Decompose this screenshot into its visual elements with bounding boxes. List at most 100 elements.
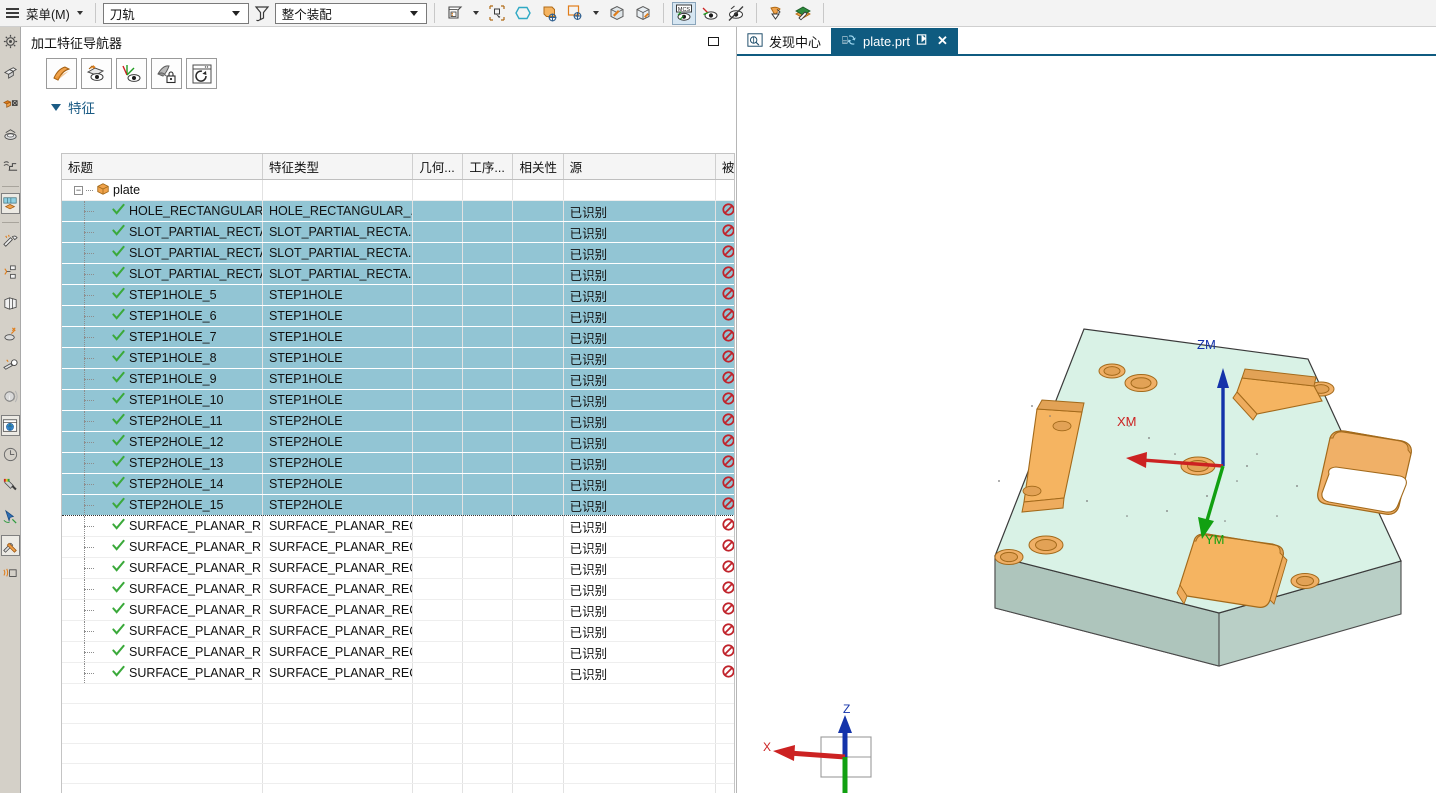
blocked-icon[interactable]	[722, 350, 734, 366]
table-row[interactable]: STEP1HOLE_6 STEP1HOLE 已识别	[62, 305, 734, 327]
check-icon[interactable]	[112, 644, 126, 660]
assembly-navigator-icon[interactable]	[1, 91, 20, 116]
check-icon[interactable]	[112, 350, 126, 366]
wcs-display-icon[interactable]	[698, 2, 722, 25]
part-model-icon[interactable]	[1, 291, 20, 316]
blocked-icon[interactable]	[722, 392, 734, 408]
point-target-icon[interactable]	[563, 2, 587, 25]
check-icon[interactable]	[112, 203, 126, 219]
table-row[interactable]: SURFACE_PLANAR_RE...SURFACE_PLANAR_REC..…	[62, 662, 734, 684]
geometry-view-icon[interactable]	[765, 2, 789, 25]
blocked-icon[interactable]	[722, 413, 734, 429]
roles-icon[interactable]	[1, 562, 20, 587]
blocked-icon[interactable]	[722, 665, 734, 681]
blocked-icon[interactable]	[722, 329, 734, 345]
gear-settings-icon[interactable]	[1, 29, 20, 54]
check-icon[interactable]	[112, 434, 126, 450]
tool-navigator-icon[interactable]	[1, 353, 20, 378]
empty-row[interactable]	[62, 763, 734, 784]
detach-icon[interactable]	[916, 33, 929, 49]
table-row[interactable]: SURFACE_PLANAR_RE...SURFACE_PLANAR_REC..…	[62, 536, 734, 558]
wcs-icon[interactable]	[1, 322, 20, 347]
object-display-icon[interactable]	[443, 2, 467, 25]
expand-collapse-toggle[interactable]: −	[74, 185, 83, 195]
empty-row[interactable]	[62, 723, 734, 744]
chevron-down-icon[interactable]	[409, 10, 418, 16]
restore-window-icon[interactable]	[704, 33, 722, 49]
blocked-icon[interactable]	[722, 287, 734, 303]
layer-settings-icon[interactable]	[791, 2, 815, 25]
check-icon[interactable]	[112, 266, 126, 282]
column-header-geom[interactable]: 几何...	[412, 154, 464, 180]
check-icon[interactable]	[112, 371, 126, 387]
blocked-icon[interactable]	[722, 497, 734, 513]
triangle-down-icon[interactable]	[51, 103, 61, 111]
table-row[interactable]: STEP2HOLE_13 STEP2HOLE 已识别	[62, 452, 734, 474]
blocked-icon[interactable]	[722, 602, 734, 618]
table-row[interactable]: HOLE_RECTANGULAR_...HOLE_RECTANGULAR_...…	[62, 200, 734, 222]
blocked-icon[interactable]	[722, 203, 734, 219]
empty-row[interactable]	[62, 783, 734, 793]
column-header-locked[interactable]: 被替	[715, 154, 734, 180]
tab-plate-prt[interactable]: ⌸ plate.prt ✕	[831, 28, 958, 54]
machining-feature-navigator-icon[interactable]	[1, 153, 20, 178]
mcs-display-icon[interactable]: MCS	[671, 1, 696, 25]
table-row[interactable]: STEP1HOLE_5 STEP1HOLE 已识别	[62, 284, 734, 306]
check-icon[interactable]	[112, 224, 126, 240]
tools-icon[interactable]	[0, 535, 20, 556]
check-icon[interactable]	[112, 413, 126, 429]
feature-table[interactable]: 标题特征类型几何...工序...相关性源被替 − plate HOLE_RECTAN…	[61, 153, 735, 793]
check-icon[interactable]	[112, 287, 126, 303]
close-icon[interactable]: ✕	[937, 33, 948, 49]
dropdown-caret-icon[interactable]	[472, 11, 479, 15]
check-icon[interactable]	[112, 455, 126, 471]
blocked-icon[interactable]	[722, 560, 734, 576]
empty-row[interactable]	[62, 683, 734, 704]
hamburger-icon[interactable]	[6, 5, 22, 21]
table-row[interactable]: SURFACE_PLANAR_RE...SURFACE_PLANAR_REC..…	[62, 641, 734, 663]
check-icon[interactable]	[112, 623, 126, 639]
column-header-assoc[interactable]: 相关性	[512, 154, 564, 180]
blocked-icon[interactable]	[722, 644, 734, 660]
feature-group-header[interactable]: 特征	[51, 97, 736, 117]
tree-root-row[interactable]: − plate	[62, 179, 734, 201]
view-orientation-triad[interactable]: Z X	[749, 701, 889, 793]
table-row[interactable]: STEP2HOLE_11 STEP2HOLE 已识别	[62, 410, 734, 432]
check-icon[interactable]	[112, 602, 126, 618]
table-row[interactable]: STEP1HOLE_8 STEP1HOLE 已识别	[62, 347, 734, 369]
web-browser-icon[interactable]	[0, 415, 20, 436]
check-icon[interactable]	[112, 329, 126, 345]
blocked-icon[interactable]	[722, 245, 734, 261]
table-row[interactable]: SURFACE_PLANAR_RE...SURFACE_PLANAR_REC..…	[62, 515, 734, 537]
column-header-type[interactable]: 特征类型	[262, 154, 414, 180]
show-feature-axis-icon[interactable]	[116, 58, 147, 89]
blocked-icon[interactable]	[722, 434, 734, 450]
part-navigator-icon[interactable]	[1, 60, 20, 85]
table-row[interactable]: SURFACE_PLANAR_RE...SURFACE_PLANAR_REC..…	[62, 620, 734, 642]
blocked-icon[interactable]	[722, 581, 734, 597]
column-header-source[interactable]: 源	[563, 154, 716, 180]
recognize-feature-icon[interactable]	[46, 58, 77, 89]
shade-solid-icon[interactable]	[605, 2, 629, 25]
filter-icon[interactable]	[250, 2, 274, 25]
reuse-library-icon[interactable]	[0, 193, 20, 214]
check-icon[interactable]	[112, 518, 126, 534]
check-icon[interactable]	[112, 392, 126, 408]
check-icon[interactable]	[112, 581, 126, 597]
show-feature-geometry-icon[interactable]	[81, 58, 112, 89]
tab-discovery-center[interactable]: 发现中心	[737, 28, 832, 54]
operation-navigator-icon[interactable]	[1, 122, 20, 147]
3d-viewport[interactable]: ZM XM YM Z X	[737, 56, 1436, 793]
blocked-icon[interactable]	[722, 476, 734, 492]
toolpath-filter-combo[interactable]: 刀轨	[102, 2, 249, 24]
selection-icon[interactable]	[1, 504, 20, 529]
check-icon[interactable]	[112, 308, 126, 324]
table-row[interactable]: STEP1HOLE_10 STEP1HOLE 已识别	[62, 389, 734, 411]
empty-row[interactable]	[62, 703, 734, 724]
table-row[interactable]: STEP1HOLE_9 STEP1HOLE 已识别	[62, 368, 734, 390]
table-row[interactable]: SLOT_PARTIAL_RECTA...SLOT_PARTIAL_RECTA.…	[62, 263, 734, 285]
hide-wcs-icon[interactable]	[724, 2, 748, 25]
table-row[interactable]: STEP2HOLE_14 STEP2HOLE 已识别	[62, 473, 734, 495]
history-icon[interactable]	[1, 442, 20, 467]
table-row[interactable]: SLOT_PARTIAL_RECTA...SLOT_PARTIAL_RECTA.…	[62, 242, 734, 264]
